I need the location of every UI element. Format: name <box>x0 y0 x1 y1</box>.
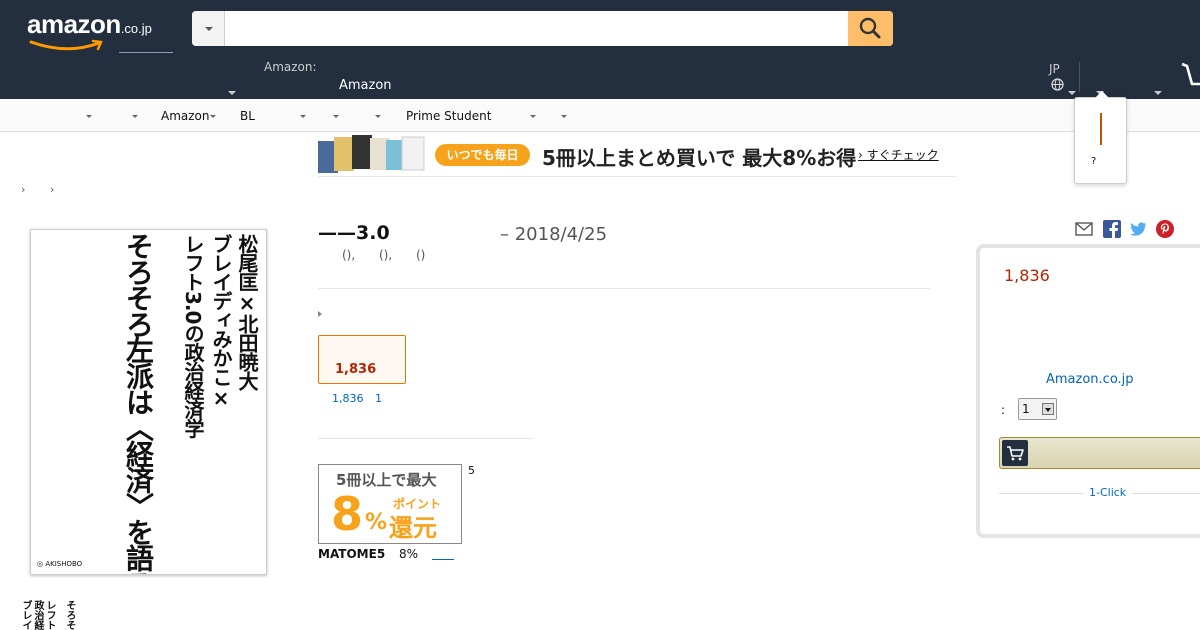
format-offers-link[interactable]: 1,836 1 <box>332 392 382 405</box>
format-selector-paperback[interactable]: 1,836 <box>318 335 406 384</box>
subnav-dropdown-3[interactable] <box>300 109 306 123</box>
breadcrumb-separator: › <box>50 183 55 196</box>
cover-authors-1: ブレイディみかこ× <box>209 234 233 409</box>
chevron-down-icon <box>530 115 536 118</box>
smile-arrow-icon <box>29 39 103 51</box>
nav-divider <box>1079 62 1080 92</box>
facebook-share-icon[interactable] <box>1103 220 1121 238</box>
product-title: ——3.0 <box>318 222 390 244</box>
cart-icon <box>1007 446 1024 461</box>
top-nav-bar: amazon.co.jp Amazon: Amazon JP <box>0 0 1200 99</box>
quantity-select[interactable]: 1 <box>1018 398 1057 420</box>
chevron-down-icon <box>205 27 213 31</box>
books-image <box>318 135 425 173</box>
quantity-value: 1 <box>1022 402 1030 416</box>
cover-thumbnail[interactable]: そろそろ左 レフト3 政治経 ブレイデ <box>18 600 118 630</box>
chevron-down-icon <box>300 115 306 118</box>
cart-icon[interactable] <box>1180 60 1200 92</box>
chevron-down-icon <box>333 115 339 118</box>
sub-nav-bar: Amazon BL Prime Student <box>0 99 1200 132</box>
logo-word: amazon <box>27 9 121 39</box>
deliver-to-line2[interactable]: Amazon <box>339 78 392 93</box>
thumb-text: そろそろ左 <box>64 600 75 630</box>
search-button[interactable] <box>848 11 893 46</box>
flyout-notch <box>1095 91 1109 98</box>
promo-kangen: 還元 <box>389 514 437 542</box>
one-click-link[interactable]: 1-Click <box>1083 486 1133 499</box>
cover-subtitle: レフト3.0の政治経済学 <box>181 234 205 438</box>
subnav-dropdown-5[interactable] <box>375 109 381 123</box>
divider <box>318 288 930 289</box>
promo-code-percent: 8% <box>399 547 419 561</box>
chevron-down-icon <box>1068 91 1076 95</box>
chevron-down-icon <box>86 115 92 118</box>
cart-button-icon-bg <box>1002 440 1028 466</box>
subnav-dropdown-1[interactable] <box>86 109 92 123</box>
subnav-dropdown-6[interactable] <box>530 109 536 123</box>
promo-details-link[interactable] <box>432 559 454 560</box>
search-bar <box>192 11 893 46</box>
publication-date: – 2018/4/25 <box>500 224 608 245</box>
thumb-text: ブレイデ <box>20 600 31 630</box>
logo-underline <box>119 52 173 53</box>
divider <box>318 438 533 439</box>
email-share-icon[interactable] <box>1075 220 1093 238</box>
subnav-item-amazon[interactable]: Amazon <box>161 109 216 123</box>
chevron-down-icon <box>561 115 567 118</box>
promo-banner[interactable]: いつでも毎日 5冊以上まとめ買いで 最大8%お得 › すぐチェック <box>318 135 956 177</box>
banner-check-link[interactable]: › すぐチェック <box>858 146 939 163</box>
subnav-item-bl[interactable]: BL <box>240 109 255 123</box>
chevron-down-icon <box>228 91 236 95</box>
flyout-accent-bar <box>1100 113 1102 145</box>
orders-dropdown[interactable] <box>1154 80 1162 99</box>
subnav-dropdown-4[interactable] <box>333 109 339 123</box>
cover-authors-2: 松尾匡×北田暁大 <box>235 234 259 390</box>
promo-count: 5 <box>468 464 475 477</box>
chevron-down-icon <box>209 115 216 118</box>
banner-headline: 5冊以上まとめ買いで 最大8%お得 <box>542 146 857 170</box>
promo-percent: % <box>365 510 388 535</box>
nav-dropdown-left[interactable] <box>228 80 236 99</box>
chevron-down-icon <box>375 115 381 118</box>
deliver-to-line1: Amazon: <box>264 60 317 74</box>
subnav-dropdown-2[interactable] <box>132 109 138 123</box>
search-icon <box>859 17 881 39</box>
globe-icon[interactable] <box>1051 78 1064 91</box>
book-cover-image[interactable]: そろそろ左派は〈経済〉を語ろう レフト3.0の政治経済学 ブレイディみかこ× 松… <box>30 229 267 575</box>
buybox-seller-link[interactable]: Amazon.co.jp <box>1046 372 1134 387</box>
breadcrumb-separator: › <box>21 183 26 196</box>
chevron-down-icon <box>1042 403 1054 415</box>
amazon-logo[interactable]: amazon.co.jp <box>27 9 173 53</box>
logo-tld: .co.jp <box>120 21 152 36</box>
chevron-down-icon <box>132 115 138 118</box>
flyout-question[interactable]: ? <box>1091 156 1096 167</box>
promo-big-number: 8 <box>331 487 364 541</box>
language-dropdown[interactable] <box>1068 80 1076 99</box>
quantity-label: : <box>1001 403 1006 417</box>
language-code[interactable]: JP <box>1049 62 1060 76</box>
pinterest-share-icon[interactable] <box>1156 220 1174 238</box>
add-to-cart-button[interactable] <box>999 437 1200 469</box>
subnav-dropdown-7[interactable] <box>561 109 567 123</box>
promo-code: MATOME5 <box>318 547 386 561</box>
search-input[interactable] <box>226 11 846 46</box>
author-list[interactable]: (), (), () <box>342 248 425 262</box>
chevron-right-icon[interactable] <box>318 311 322 317</box>
account-flyout: ? <box>1074 91 1127 184</box>
search-category-dropdown[interactable] <box>192 11 225 46</box>
buybox-price: 1,836 <box>1004 266 1050 285</box>
subnav-item-prime-student[interactable]: Prime Student <box>406 109 491 123</box>
cover-publisher: ◎ AKISHOBO <box>37 560 83 568</box>
cover-title: そろそろ左派は〈経済〉を語ろう <box>122 232 155 575</box>
format-price: 1,836 <box>335 362 377 377</box>
banner-pill: いつでも毎日 <box>435 144 530 166</box>
chevron-down-icon <box>1154 91 1162 95</box>
buy-box: 1,836 Amazon.co.jp : 1 1-Click <box>976 244 1200 538</box>
bulk-purchase-promo-image[interactable]: 5冊以上で最大 8 % ポイント 還元 <box>318 464 462 544</box>
twitter-share-icon[interactable] <box>1129 220 1147 238</box>
